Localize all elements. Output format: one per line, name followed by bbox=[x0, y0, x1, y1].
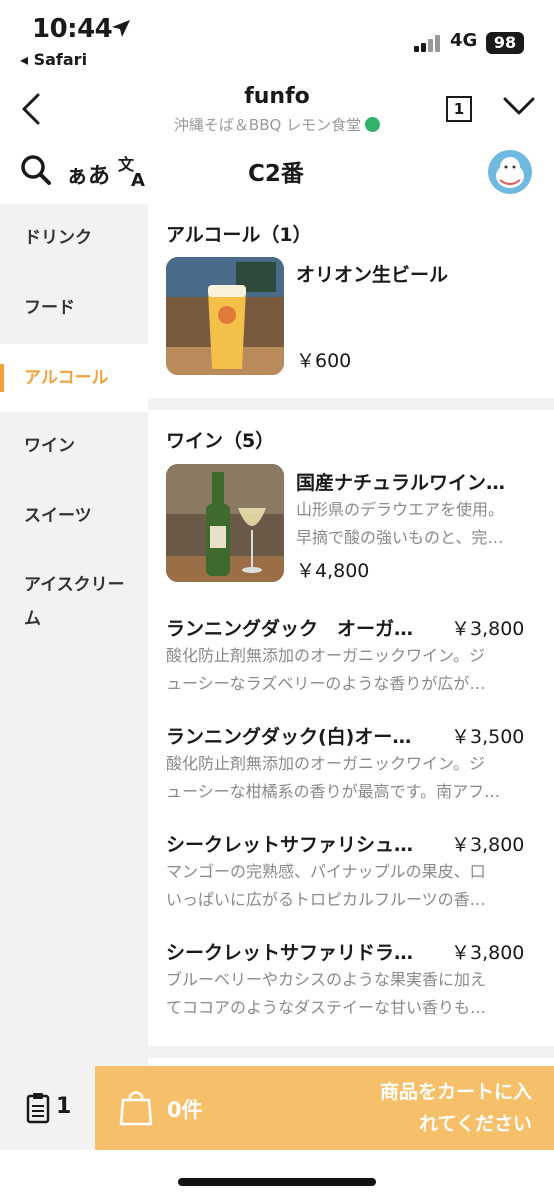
section-title-alcohol: アルコール（1） bbox=[166, 224, 312, 246]
item-name: ランニングダック オーガ… bbox=[166, 618, 414, 640]
cart-button[interactable]: 0件 商品をカートに入れてください bbox=[95, 1066, 554, 1150]
item-description: マンゴーの完熟感、パイナップルの果皮、口 いっぱいに広がるトロピカルフルーツの香… bbox=[166, 862, 486, 909]
item-price: ￥3,800 bbox=[451, 834, 525, 856]
status-time: 10:44 bbox=[32, 14, 113, 44]
sidebar-item-food[interactable]: フード bbox=[0, 274, 148, 342]
order-count: 1 bbox=[56, 1094, 72, 1119]
item-description: 酸化防止剤無添加のオーガニックワイン。ジ ューシーな柑橘系の香りが最高です。南ア… bbox=[166, 754, 501, 801]
category-sidebar: ドリンク フード アルコール ワイン スイーツ アイスクリー ム bbox=[0, 204, 148, 1066]
section-title-wine: ワイン（5） bbox=[166, 430, 275, 452]
section-divider bbox=[148, 398, 554, 410]
avatar[interactable] bbox=[488, 150, 532, 194]
home-indicator bbox=[178, 1178, 376, 1186]
chevron-down-icon[interactable] bbox=[502, 94, 536, 118]
item-description: 山形県のデラウエアを使用。 早摘で酸の強いものと、完… bbox=[296, 500, 505, 547]
item-name: オリオン生ビール bbox=[296, 264, 449, 286]
svg-text:A: A bbox=[131, 170, 145, 188]
avatar-illustration bbox=[488, 150, 532, 194]
item-price: ￥600 bbox=[296, 350, 352, 372]
location-arrow-icon bbox=[112, 20, 130, 37]
item-name: 国産ナチュラルワイン… bbox=[296, 472, 506, 494]
table-label: C2番 bbox=[248, 161, 304, 187]
menu-list: アルコール（1） オリオン生ビール ￥600 ワイン（5） 国産ナチュラルワイン… bbox=[148, 204, 554, 1066]
shop-name: 沖縄そば＆BBQ レモン食堂 bbox=[173, 116, 362, 134]
battery-indicator: 98 bbox=[486, 32, 524, 54]
wine-illustration bbox=[166, 464, 284, 582]
app-header: funfo 沖縄そば＆BBQ レモン食堂 1 bbox=[0, 76, 554, 144]
item-price: ￥3,500 bbox=[451, 726, 525, 748]
item-price: ￥4,800 bbox=[296, 560, 370, 582]
sidebar-item-wine[interactable]: ワイン bbox=[0, 412, 148, 480]
status-bar: 10:44 ◂ Safari 4G 98 bbox=[0, 0, 554, 76]
network-type: 4G bbox=[450, 30, 478, 51]
sidebar-item-icecream[interactable]: アイスクリー ム bbox=[0, 568, 148, 636]
tab-count-button[interactable]: 1 bbox=[446, 96, 472, 122]
sidebar-item-sweets[interactable]: スイーツ bbox=[0, 482, 148, 550]
item-price: ￥3,800 bbox=[451, 618, 525, 640]
back-to-safari-link[interactable]: ◂ Safari bbox=[20, 50, 87, 69]
kana-toggle-button[interactable]: ぁあ bbox=[66, 158, 110, 190]
wine-photo bbox=[166, 464, 284, 582]
section-divider bbox=[148, 1046, 554, 1058]
beer-photo bbox=[166, 257, 284, 375]
signal-icon bbox=[414, 34, 444, 52]
beer-illustration bbox=[166, 257, 284, 375]
sidebar-item-drink[interactable]: ドリンク bbox=[0, 204, 148, 272]
cart-message: 商品をカートに入れてください bbox=[379, 1081, 532, 1135]
item-name: ランニングダック(白)オー… bbox=[166, 726, 412, 748]
item-name: シークレットサファリシュ… bbox=[166, 834, 414, 856]
clipboard-icon bbox=[26, 1093, 50, 1124]
tool-row: ぁあ 文 A C2番 bbox=[0, 144, 554, 202]
order-history-button[interactable]: 1 bbox=[0, 1066, 95, 1150]
item-price: ￥3,800 bbox=[451, 942, 525, 964]
verified-badge-icon bbox=[365, 117, 381, 132]
item-name: シークレットサファリドラ… bbox=[166, 942, 414, 964]
translate-icon[interactable]: 文 A bbox=[118, 154, 150, 188]
search-icon[interactable] bbox=[20, 154, 52, 186]
cart-count: 0件 bbox=[167, 1098, 203, 1122]
item-description: 酸化防止剤無添加のオーガニックワイン。ジ ューシーなラズベリーのような香りが広が… bbox=[166, 646, 486, 693]
shopping-bag-icon bbox=[119, 1091, 153, 1126]
sidebar-item-alcohol[interactable]: アルコール bbox=[0, 344, 148, 412]
item-description: ブルーベリーやカシスのような果実香に加え てココアのようなダステイーな甘い香りも… bbox=[166, 970, 487, 1017]
bottom-bar: 1 0件 商品をカートに入れてください bbox=[0, 1066, 554, 1150]
